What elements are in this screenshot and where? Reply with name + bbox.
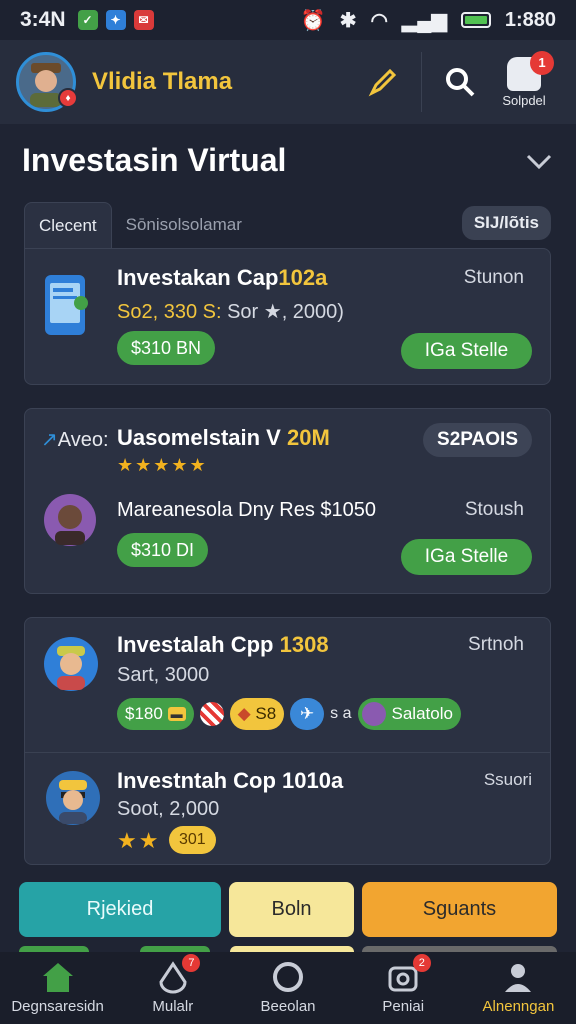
wallet-icon: ▬ xyxy=(167,707,186,721)
token-row: $180 ▬ ◆ S8 ✈ s a Salatolo xyxy=(117,698,461,730)
rating-stars: ★★★★★ xyxy=(117,455,208,475)
status-bar: 3:4N ✓ ✦ ✉ ⏰ ✱ ◠ ▂▄▆ 1:880 xyxy=(0,0,576,40)
tab-recent[interactable]: Clecent xyxy=(24,202,112,248)
signal-icon: ▂▄▆ xyxy=(401,9,447,32)
notification-label: Solpdel xyxy=(502,92,546,108)
reward-token: Salatolo xyxy=(357,698,461,730)
profile-avatar[interactable]: ♦ xyxy=(16,52,78,112)
card-title: Investntah Cop 1010a xyxy=(117,768,344,793)
nav-item-profile[interactable]: Alnenngan xyxy=(461,952,576,1024)
header-divider xyxy=(421,52,422,112)
search-button[interactable] xyxy=(432,54,488,110)
secondary-action-button[interactable]: Boln xyxy=(229,882,354,937)
action-row: Rjekied Boln Sguants xyxy=(19,882,557,937)
card-meta: Soot, 2,000 xyxy=(117,798,220,820)
amount-badge: $310 BN xyxy=(117,331,216,365)
nav-badge: 7 xyxy=(182,954,201,972)
card-status: Srtnoh xyxy=(468,634,524,655)
investment-card[interactable]: ↗Aveo: Uasomelstain V 20M S2PAOIS ★★★★★ … xyxy=(24,408,551,594)
investment-card[interactable]: Investalah Cpp 1308 Srtnoh Sart, 3000 $1… xyxy=(24,617,551,865)
nav-item-market[interactable]: 7 Mulalr xyxy=(115,952,230,1024)
investor-avatar-icon xyxy=(44,494,96,546)
card-divider xyxy=(25,752,550,753)
rating-value: 301 xyxy=(169,826,216,854)
card-status: Stunon xyxy=(463,267,524,288)
amount-token: $180 ▬ xyxy=(117,698,194,730)
card-title: Uasomelstain V 20M xyxy=(117,425,330,450)
search-icon xyxy=(446,68,475,97)
nav-item-circle[interactable]: Beeolan xyxy=(230,952,345,1024)
chevron-down-icon[interactable] xyxy=(524,150,554,174)
rating-stars: ★★ xyxy=(117,828,161,853)
card-meta: So2, 330 S: Sor ★, 2000) xyxy=(117,301,344,323)
battery-icon xyxy=(460,12,491,28)
page-title: Investasin Virtual xyxy=(22,142,287,178)
nav-badge: 2 xyxy=(412,954,431,972)
app-notification-icon: ✦ xyxy=(105,10,126,30)
nav-label: Alnenngan xyxy=(482,998,555,1015)
investor-avatar-icon xyxy=(44,637,98,691)
investment-card[interactable]: Investakan Cap102a Stunon So2, 330 S: So… xyxy=(24,248,551,385)
brand-label: ↗Aveo: xyxy=(41,429,109,451)
avatar-badge: ♦ xyxy=(58,88,78,108)
card-title: Investalah Cpp 1308 xyxy=(117,632,329,657)
tab-filter-badge[interactable]: SIJ/lõtis xyxy=(461,206,551,240)
person-icon xyxy=(505,964,532,992)
striped-coin-icon xyxy=(199,702,224,726)
wifi-icon: ◠ xyxy=(370,9,388,32)
coin-token: ◆ S8 xyxy=(229,698,285,730)
nav-item-camera[interactable]: 2 Peniai xyxy=(346,952,461,1024)
pencil-icon xyxy=(368,68,397,97)
app-notification-icon: ✓ xyxy=(77,10,98,30)
avatar-mini-icon xyxy=(361,702,386,726)
edit-button[interactable] xyxy=(355,54,411,110)
tablet-icon xyxy=(45,275,88,335)
nav-item-home[interactable]: Degnsaresidn xyxy=(0,952,115,1024)
card-status: Ssuori xyxy=(483,770,532,789)
notification-count: 1 xyxy=(530,50,554,75)
plane-icon: ✈ xyxy=(290,698,325,730)
nav-label: Peniai xyxy=(382,998,425,1015)
tertiary-action-button[interactable]: Sguants xyxy=(362,882,557,937)
tab-bar: Clecent Sōnisolsolamar SIJ/lõtis xyxy=(24,202,551,248)
home-icon xyxy=(42,963,73,992)
amount-badge: $310 DI xyxy=(117,533,209,567)
invest-button[interactable]: IGa Stelle xyxy=(401,333,532,369)
mail-notification-icon: ✉ xyxy=(133,10,154,30)
investor-avatar-icon xyxy=(46,771,100,825)
bottom-nav: Degnsaresidn 7 Mulalr Beeolan 2 Peniai A… xyxy=(0,952,576,1024)
arrow-logo-icon: ↗ xyxy=(41,429,58,451)
notifications-button[interactable]: 1 Solpdel xyxy=(488,50,560,108)
user-name: Vlidia Tlama xyxy=(92,68,233,95)
card-title: Investakan Cap102a xyxy=(117,265,328,290)
card-meta: Sart, 3000 xyxy=(117,664,210,686)
card-meta: Mareanesola Dny Res $1050 xyxy=(117,499,377,521)
invest-button[interactable]: IGa Stelle xyxy=(401,539,532,575)
code-badge: S2PAOIS xyxy=(423,423,532,457)
nav-label: Beeolan xyxy=(260,998,316,1015)
card-status: Stoush xyxy=(464,499,524,520)
alarm-icon: ⏰ xyxy=(300,9,326,32)
status-time: 3:4N xyxy=(20,8,66,31)
circle-icon xyxy=(273,962,303,992)
app-header: ♦ Vlidia Tlama 1 Solpdel xyxy=(0,40,576,124)
nav-label: Degnsaresidn xyxy=(11,998,104,1015)
token-text: s a xyxy=(330,705,352,722)
primary-action-button[interactable]: Rjekied xyxy=(19,882,221,937)
nav-label: Mulalr xyxy=(152,998,194,1015)
bluetooth-icon: ✱ xyxy=(339,9,357,32)
tab-other[interactable]: Sōnisolsolamar xyxy=(112,202,256,248)
gem-icon: ◆ xyxy=(237,704,251,723)
status-clock: 1:880 xyxy=(504,8,556,31)
